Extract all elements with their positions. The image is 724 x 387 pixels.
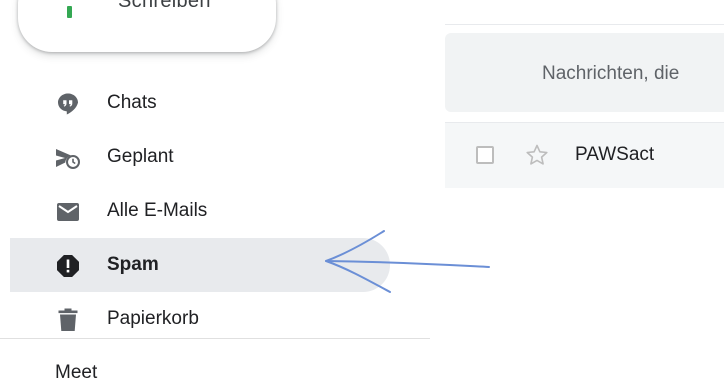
sidebar-item-chats[interactable]: Chats bbox=[0, 76, 390, 130]
sidebar-item-label: Alle E-Mails bbox=[107, 200, 208, 221]
row-sender: PAWSact bbox=[575, 144, 655, 165]
star-icon[interactable] bbox=[525, 143, 549, 167]
sidebar-item-label: Papierkorb bbox=[107, 308, 199, 329]
sidebar-divider bbox=[0, 338, 430, 339]
info-banner-text: Nachrichten, die bbox=[542, 63, 680, 84]
trash-icon bbox=[55, 307, 81, 333]
toolbar-divider bbox=[445, 24, 724, 25]
meet-section-title: Meet bbox=[55, 362, 98, 383]
sidebar-item-spam[interactable]: Spam bbox=[10, 238, 390, 292]
spam-icon bbox=[55, 253, 81, 279]
compose-button[interactable]: Schreiben bbox=[18, 0, 276, 52]
table-row[interactable]: PAWSact bbox=[445, 122, 724, 188]
sidebar-item-label: Spam bbox=[107, 254, 159, 275]
plus-icon bbox=[67, 6, 72, 18]
sidebar-item-label: Chats bbox=[107, 92, 157, 113]
sidebar-item-label: Geplant bbox=[107, 146, 174, 167]
mail-icon bbox=[55, 199, 81, 225]
sidebar-nav: Chats Geplant Alle E-Mails Spam Papierko… bbox=[0, 76, 420, 346]
info-banner: Nachrichten, die bbox=[445, 33, 724, 112]
row-checkbox[interactable] bbox=[476, 146, 494, 164]
scheduled-send-icon bbox=[55, 145, 81, 171]
sidebar-item-all-mail[interactable]: Alle E-Mails bbox=[0, 184, 390, 238]
compose-label: Schreiben bbox=[118, 0, 211, 12]
chat-icon bbox=[55, 91, 81, 117]
sidebar-item-scheduled[interactable]: Geplant bbox=[0, 130, 390, 184]
